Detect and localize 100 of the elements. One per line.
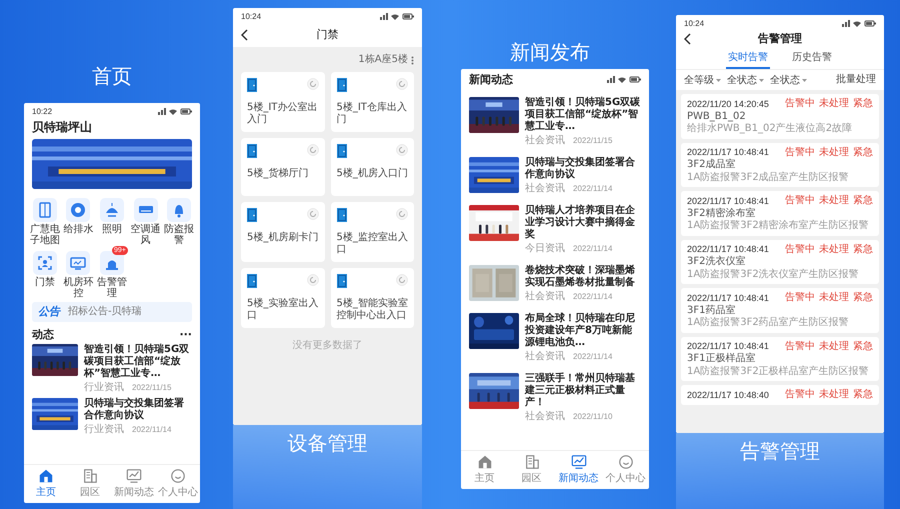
function-button[interactable]: 给排水 — [62, 193, 96, 246]
alarm-location: 3F1药品室 — [687, 304, 736, 316]
section-title: 动态 — [32, 328, 54, 341]
door-icon — [247, 274, 257, 288]
page-title: 贝特瑞坪山 — [30, 119, 93, 136]
refresh-icon[interactable] — [396, 78, 408, 90]
door-label: 5楼_IT办公室出入门 — [247, 102, 318, 126]
refresh-icon[interactable] — [306, 208, 318, 220]
alarm-time: 2022/11/17 10:48:41 — [687, 292, 769, 303]
status-time: 10:24 — [241, 12, 262, 21]
door-card[interactable]: 5楼_监控室出入口 — [330, 202, 414, 262]
alarm-card[interactable]: 2022/11/20 14:20:45 告警中 未处理 紧急 PWB_B1_02 给排水PWB_B1_02产生液位高2故障 — [681, 94, 879, 139]
home-icon — [38, 468, 54, 484]
alarm-card[interactable]: 2022/11/17 10:48:40 告警中 未处理 紧急 — [681, 385, 879, 405]
more-icon[interactable] — [411, 56, 414, 65]
alarm-card[interactable]: 2022/11/17 10:48:41 告警中 未处理 紧急 3F2成品室 1A防盗报警3F2成品室产生防区报警 — [681, 142, 879, 188]
news-title[interactable]: 三强联手！常州贝特瑞基建三元正极材料正式量产！ — [525, 373, 641, 410]
door-card[interactable]: 5楼_实验室出入口 — [241, 268, 324, 328]
function-button[interactable]: 机房环控 — [62, 246, 96, 300]
status-tag: 告警中 — [785, 389, 815, 401]
alarm-tab[interactable]: 历史告警 — [790, 48, 834, 70]
news-source: 今日资讯 — [525, 243, 565, 256]
refresh-icon[interactable] — [396, 208, 408, 220]
news-title[interactable]: 贝特瑞与交投集团签署合作意向协议 — [525, 157, 641, 182]
status-bar-drawing — [158, 108, 192, 115]
alarm-card[interactable]: 2022/11/17 10:48:41 告警中 未处理 紧急 3F1药品室 1A防盗报警3F2药品室产生防区报警 — [681, 288, 879, 333]
door-icon — [336, 78, 346, 92]
door-label: 5楼_智能实验室控制中心出入口 — [336, 298, 408, 322]
back-icon[interactable] — [684, 32, 692, 45]
nav-tab[interactable]: 园区 — [508, 454, 555, 485]
notice-text: 招标公告-贝特瑞 — [68, 306, 142, 318]
alarm-location: 3F2成品室 — [687, 159, 736, 171]
door-icon — [336, 274, 346, 288]
alarm-location: 3F2精密涂布室 — [687, 208, 756, 220]
nav-tab[interactable]: 新闻动态 — [112, 468, 156, 499]
news-source: 社会资讯 — [525, 135, 565, 148]
refresh-icon[interactable] — [306, 274, 318, 286]
alarm-tab[interactable]: 实时告警 — [726, 48, 770, 70]
notice-bar[interactable]: 公告 招标公告-贝特瑞 — [32, 302, 192, 322]
news-source: 社会资讯 — [525, 183, 565, 196]
nav-tab[interactable]: 主页 — [24, 468, 68, 499]
filter-dropdown[interactable]: 全状态 — [727, 73, 764, 88]
alarm-time: 2022/11/17 10:48:40 — [687, 390, 769, 400]
function-button[interactable]: 门禁 — [28, 246, 62, 300]
door-card[interactable]: 5楼_货梯厅门 — [241, 138, 324, 196]
filter-dropdown[interactable]: 全等级 — [684, 73, 721, 88]
alarm-description: 1A防盗报警3F2正极样品室产生防区报警 — [687, 366, 870, 378]
news-title[interactable]: 智造引领！贝特瑞5G双碳项目获工信部“绽放杯”智慧工业专… — [525, 97, 641, 134]
refresh-icon[interactable] — [306, 78, 318, 90]
refresh-icon[interactable] — [306, 144, 318, 156]
refresh-icon[interactable] — [396, 274, 408, 286]
location-label[interactable]: 1栋A座5楼 — [358, 54, 408, 66]
door-card[interactable]: 5楼_IT仓库出入门 — [330, 72, 414, 132]
alarm-card[interactable]: 2022/11/17 10:48:41 告警中 未处理 紧急 3F2精密涂布室 1A防盗报警3F2精密涂布室产生防区报警 — [681, 191, 879, 236]
door-label: 5楼_机房刷卡门 — [247, 232, 318, 244]
chart-icon — [126, 468, 142, 484]
alarm-description: 1A防盗报警3F2洗衣仪室产生防区报警 — [687, 268, 860, 280]
door-label: 5楼_监控室出入口 — [336, 232, 408, 256]
status-tag: 未处理 — [819, 98, 849, 110]
back-icon[interactable] — [241, 28, 249, 41]
door-card[interactable]: 5楼_机房入口门 — [330, 138, 414, 196]
more-button[interactable]: ··· — [179, 328, 192, 341]
nav-tab[interactable]: 主页 — [461, 454, 508, 485]
door-label: 5楼_实验室出入口 — [247, 298, 318, 322]
status-tag: 紧急 — [853, 195, 873, 207]
refresh-icon[interactable] — [396, 144, 408, 156]
door-icon — [336, 144, 346, 158]
alarm-location: 3F2洗衣仪室 — [687, 256, 746, 268]
building-icon — [524, 454, 540, 470]
filter-dropdown[interactable]: 全状态 — [770, 73, 807, 88]
news-title[interactable]: 贝特瑞人才培养项目在企业学习设计大赛中摘得金奖 — [525, 205, 641, 242]
nav-tab[interactable]: 园区 — [68, 468, 112, 499]
function-button[interactable]: 广慧电子地图 — [28, 193, 62, 246]
function-button[interactable]: 空调通风 — [128, 193, 162, 246]
alarm-card[interactable]: 2022/11/17 10:48:41 告警中 未处理 紧急 3F2洗衣仪室 1A防盗报警3F2洗衣仪室产生防区报警 — [681, 240, 879, 284]
news-title[interactable]: 贝特瑞与交投集团签署合作意向协议 — [84, 398, 192, 422]
nav-tab[interactable]: 个人中心 — [156, 468, 200, 499]
alarm-card[interactable]: 2022/11/17 10:48:41 告警中 未处理 紧急 3F1正极样品室 1A防盗报警3F2正极样品室产生防区报警 — [681, 336, 879, 382]
news-source: 行业资讯 — [84, 424, 124, 436]
news-date: 2022/11/14 — [573, 292, 612, 302]
alarm-description: 1A防盗报警3F2成品室产生防区报警 — [687, 172, 850, 184]
nav-tab[interactable]: 个人中心 — [602, 454, 649, 485]
status-tag: 告警中 — [785, 340, 815, 352]
function-button[interactable]: 防盗报警 — [162, 193, 196, 246]
door-card[interactable]: 5楼_机房刷卡门 — [241, 202, 324, 262]
news-title[interactable]: 卷烧技术突破！深瑞墨烯实现石墨烯卷材批量制备 — [525, 265, 641, 290]
alarm-location: PWB_B1_02 — [687, 110, 747, 122]
status-tag: 紧急 — [853, 340, 873, 352]
news-title[interactable]: 布局全球！贝特瑞在印尼投资建设年产8万吨新能源锂电池负… — [525, 313, 641, 350]
status-tag: 告警中 — [785, 195, 815, 207]
news-title[interactable]: 智造引领！贝特瑞5G双碳项目获工信部“绽放杯”智慧工业专… — [84, 344, 192, 380]
door-card[interactable]: 5楼_智能实验室控制中心出入口 — [330, 268, 414, 328]
status-bar-drawing — [842, 20, 876, 27]
nav-tab[interactable]: 新闻动态 — [555, 454, 602, 485]
water-icon — [66, 198, 90, 222]
bell-icon — [167, 198, 192, 222]
screen-caption: 首页 — [91, 66, 133, 86]
door-card[interactable]: 5楼_IT办公室出入门 — [241, 72, 324, 132]
batch-action-button[interactable]: 批量处理 — [836, 74, 876, 86]
function-button[interactable]: 照明 — [95, 193, 129, 246]
